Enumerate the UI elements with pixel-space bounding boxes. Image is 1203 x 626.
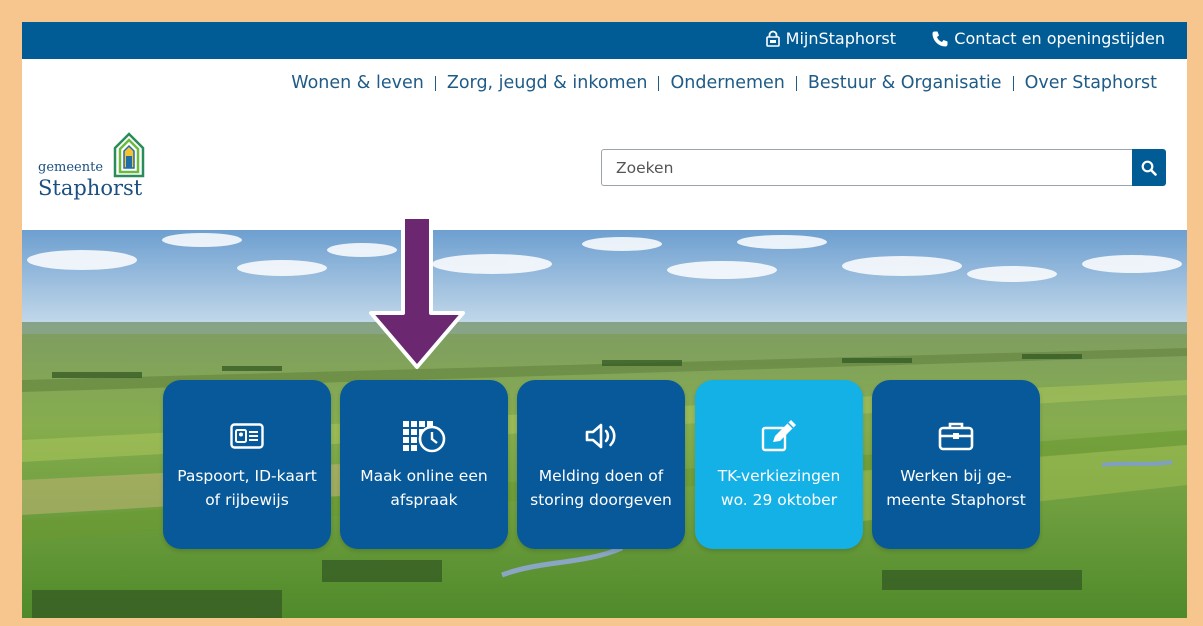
tile-label-line: Paspoort, ID-kaart	[177, 467, 317, 485]
search-icon	[1141, 160, 1157, 176]
tile-label-line: TK-verkiezingen	[717, 467, 841, 485]
main-navigation: Wonen & leven Zorg, jeugd & inkomen Onde…	[291, 73, 1157, 93]
nav-item-ondernemen[interactable]: Ondernemen	[670, 73, 784, 93]
tile-label-line: of rijbewijs	[205, 491, 289, 509]
tile-afspraak[interactable]: Maak online een afspraak	[340, 380, 508, 549]
pencil-edit-icon	[761, 420, 796, 452]
tile-label-line: afspraak	[390, 491, 458, 509]
tile-label: TK-verkiezingen wo. 29 oktober	[703, 464, 855, 512]
house-logo-icon	[113, 132, 145, 178]
phone-icon	[932, 31, 948, 46]
search-button[interactable]	[1132, 149, 1166, 186]
tile-label-line: wo. 29 oktober	[720, 491, 838, 509]
tile-label: Maak online een afspraak	[348, 464, 500, 512]
tile-label-line: meente Staphorst	[886, 491, 1026, 509]
lock-icon	[765, 30, 780, 47]
nav-separator	[1012, 75, 1014, 91]
nav-item-bestuur[interactable]: Bestuur & Organisatie	[808, 73, 1002, 93]
website-frame: MijnStaphorst Contact en openingstijden …	[22, 22, 1187, 618]
tile-label: Werken bij ge- meente Staphorst	[880, 464, 1032, 512]
contact-label: Contact en openingstijden	[954, 29, 1165, 48]
tile-label-line: Melding doen of	[538, 467, 664, 485]
tile-label-line: Werken bij ge-	[900, 467, 1012, 485]
contact-link[interactable]: Contact en openingstijden	[931, 29, 1165, 48]
search-bar	[601, 149, 1166, 186]
mijnstaphorst-link[interactable]: MijnStaphorst	[765, 29, 896, 48]
search-input[interactable]	[601, 149, 1132, 186]
nav-separator	[795, 75, 797, 91]
briefcase-icon	[938, 422, 974, 451]
nav-item-wonen[interactable]: Wonen & leven	[291, 73, 424, 93]
arrow-down-icon	[369, 215, 465, 369]
staphorst-logo[interactable]: gemeente Staphorst	[38, 132, 168, 207]
tile-tk-verkiezingen[interactable]: TK-verkiezingen wo. 29 oktober	[695, 380, 863, 549]
nav-item-zorg[interactable]: Zorg, jeugd & inkomen	[447, 73, 648, 93]
tile-label: Melding doen of storing doorgeven	[525, 464, 677, 512]
hero-banner: Paspoort, ID-kaart of rijbewijs Maak onl…	[22, 230, 1187, 618]
tile-werken[interactable]: Werken bij ge- meente Staphorst	[872, 380, 1040, 549]
nav-separator	[658, 75, 660, 91]
tile-label: Paspoort, ID-kaart of rijbewijs	[171, 464, 323, 512]
nav-separator	[434, 75, 436, 91]
calendar-clock-icon	[403, 421, 446, 453]
id-card-icon	[230, 423, 264, 449]
tile-label-line: storing doorgeven	[530, 491, 672, 509]
tile-paspoort[interactable]: Paspoort, ID-kaart of rijbewijs	[163, 380, 331, 549]
logo-gemeente-text: gemeente	[38, 160, 104, 175]
tile-melding[interactable]: Melding doen of storing doorgeven	[517, 380, 685, 549]
tile-label-line: Maak online een	[360, 467, 488, 485]
speaker-icon	[585, 423, 616, 449]
top-utility-bar: MijnStaphorst Contact en openingstijden	[22, 22, 1187, 59]
logo-staphorst-text: Staphorst	[38, 176, 143, 200]
nav-item-over[interactable]: Over Staphorst	[1025, 73, 1157, 93]
mijnstaphorst-label: MijnStaphorst	[785, 29, 896, 48]
